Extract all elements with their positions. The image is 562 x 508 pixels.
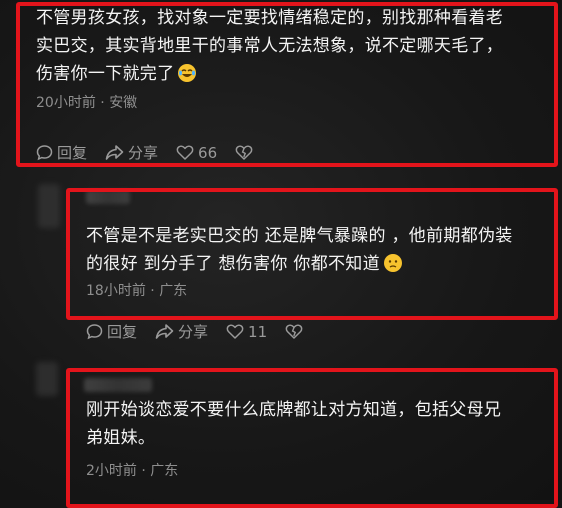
comment-2-text: 不管是不是老实巴交的 还是脾气暴躁的 ，他前期都伪装 的很好 到分手了 想伤害你… xyxy=(86,222,556,278)
comment-3-meta: 2小时前 · 广东 xyxy=(86,460,556,480)
reply-button[interactable]: 回复 xyxy=(86,321,137,342)
worried-face-emoji xyxy=(383,254,402,272)
comment-1-line-2: 实巴交，其实背地里干的事常人无法想象，说不定哪天毛了， xyxy=(36,36,504,56)
comment-1-line-1: 不管男孩女孩，找对象一定要找情绪稳定的，别找那种看着老 xyxy=(36,8,504,28)
heart-icon xyxy=(226,324,244,339)
comment-3-time: 2小时前 xyxy=(86,463,137,479)
like-button[interactable]: 66 xyxy=(176,144,217,162)
comment-1-text: 不管男孩女孩，找对象一定要找情绪稳定的，别找那种看着老 实巴交，其实背地里干的事… xyxy=(36,4,552,88)
comment-3-text: 刚开始谈恋爱不要什么底牌都让对方知道，包括父母兄 弟姐妹。 xyxy=(86,396,556,452)
comment-bubble-icon xyxy=(86,324,103,340)
dislike-button[interactable] xyxy=(235,144,257,161)
comment-3: 刚开始谈恋爱不要什么底牌都让对方知道，包括父母兄 弟姐妹。 2小时前 · 广东 xyxy=(86,396,556,480)
reply-avatar-blurred xyxy=(38,184,60,228)
comment-2-location: 广东 xyxy=(159,283,188,299)
comment-3-line-1: 刚开始谈恋爱不要什么底牌都让对方知道，包括父母兄 xyxy=(86,400,502,420)
comment-1: 不管男孩女孩，找对象一定要找情绪稳定的，别找那种看着老 实巴交，其实背地里干的事… xyxy=(36,4,552,112)
comment-2: 不管是不是老实巴交的 还是脾气暴躁的 ，他前期都伪装 的很好 到分手了 想伤害你… xyxy=(86,222,556,300)
comment-3-location: 广东 xyxy=(150,463,179,479)
comment-2-meta: 18小时前 · 广东 xyxy=(86,280,556,300)
reply-label: 回复 xyxy=(57,144,88,162)
comment-2-time: 18小时前 xyxy=(86,283,146,299)
broken-heart-icon xyxy=(235,145,253,160)
like-count: 11 xyxy=(248,322,268,341)
comment-1-line-3-wrap: 伤害你一下就完了 xyxy=(36,60,552,88)
share-button[interactable]: 分享 xyxy=(105,142,158,163)
dislike-button[interactable] xyxy=(285,323,307,340)
heart-icon xyxy=(176,145,194,160)
comment-1-line-3: 伤害你一下就完了 xyxy=(36,64,175,84)
share-button[interactable]: 分享 xyxy=(155,321,208,342)
reply-avatar-blurred xyxy=(36,362,58,396)
laughing-crying-emoji xyxy=(178,64,197,82)
comment-bubble-icon xyxy=(36,145,53,161)
like-count: 66 xyxy=(198,143,218,162)
comment-2-actions: 回复 分享 11 xyxy=(86,321,325,342)
share-arrow-icon xyxy=(105,145,124,160)
meta-separator: · xyxy=(136,463,151,479)
comment-3-line-2: 弟姐妹。 xyxy=(86,428,156,448)
broken-heart-icon xyxy=(285,324,303,339)
comment-1-actions: 回复 分享 66 xyxy=(36,142,275,163)
share-label: 分享 xyxy=(178,323,209,341)
like-button[interactable]: 11 xyxy=(226,323,267,341)
meta-separator: · xyxy=(145,283,160,299)
comment-1-location: 安徽 xyxy=(109,95,138,111)
share-label: 分享 xyxy=(128,144,159,162)
comment-1-time: 20小时前 xyxy=(36,95,96,111)
comment-1-meta: 20小时前 · 安徽 xyxy=(36,92,552,112)
meta-separator: · xyxy=(95,95,110,111)
share-arrow-icon xyxy=(155,324,174,339)
comment-2-line-1: 不管是不是老实巴交的 还是脾气暴躁的 ，他前期都伪装 xyxy=(86,226,513,246)
comment-2-line-2: 的很好 到分手了 想伤害你 你都不知道 xyxy=(86,254,380,274)
reply-button[interactable]: 回复 xyxy=(36,142,87,163)
comment-2-line-2-wrap: 的很好 到分手了 想伤害你 你都不知道 xyxy=(86,250,556,278)
reply-label: 回复 xyxy=(107,323,138,341)
